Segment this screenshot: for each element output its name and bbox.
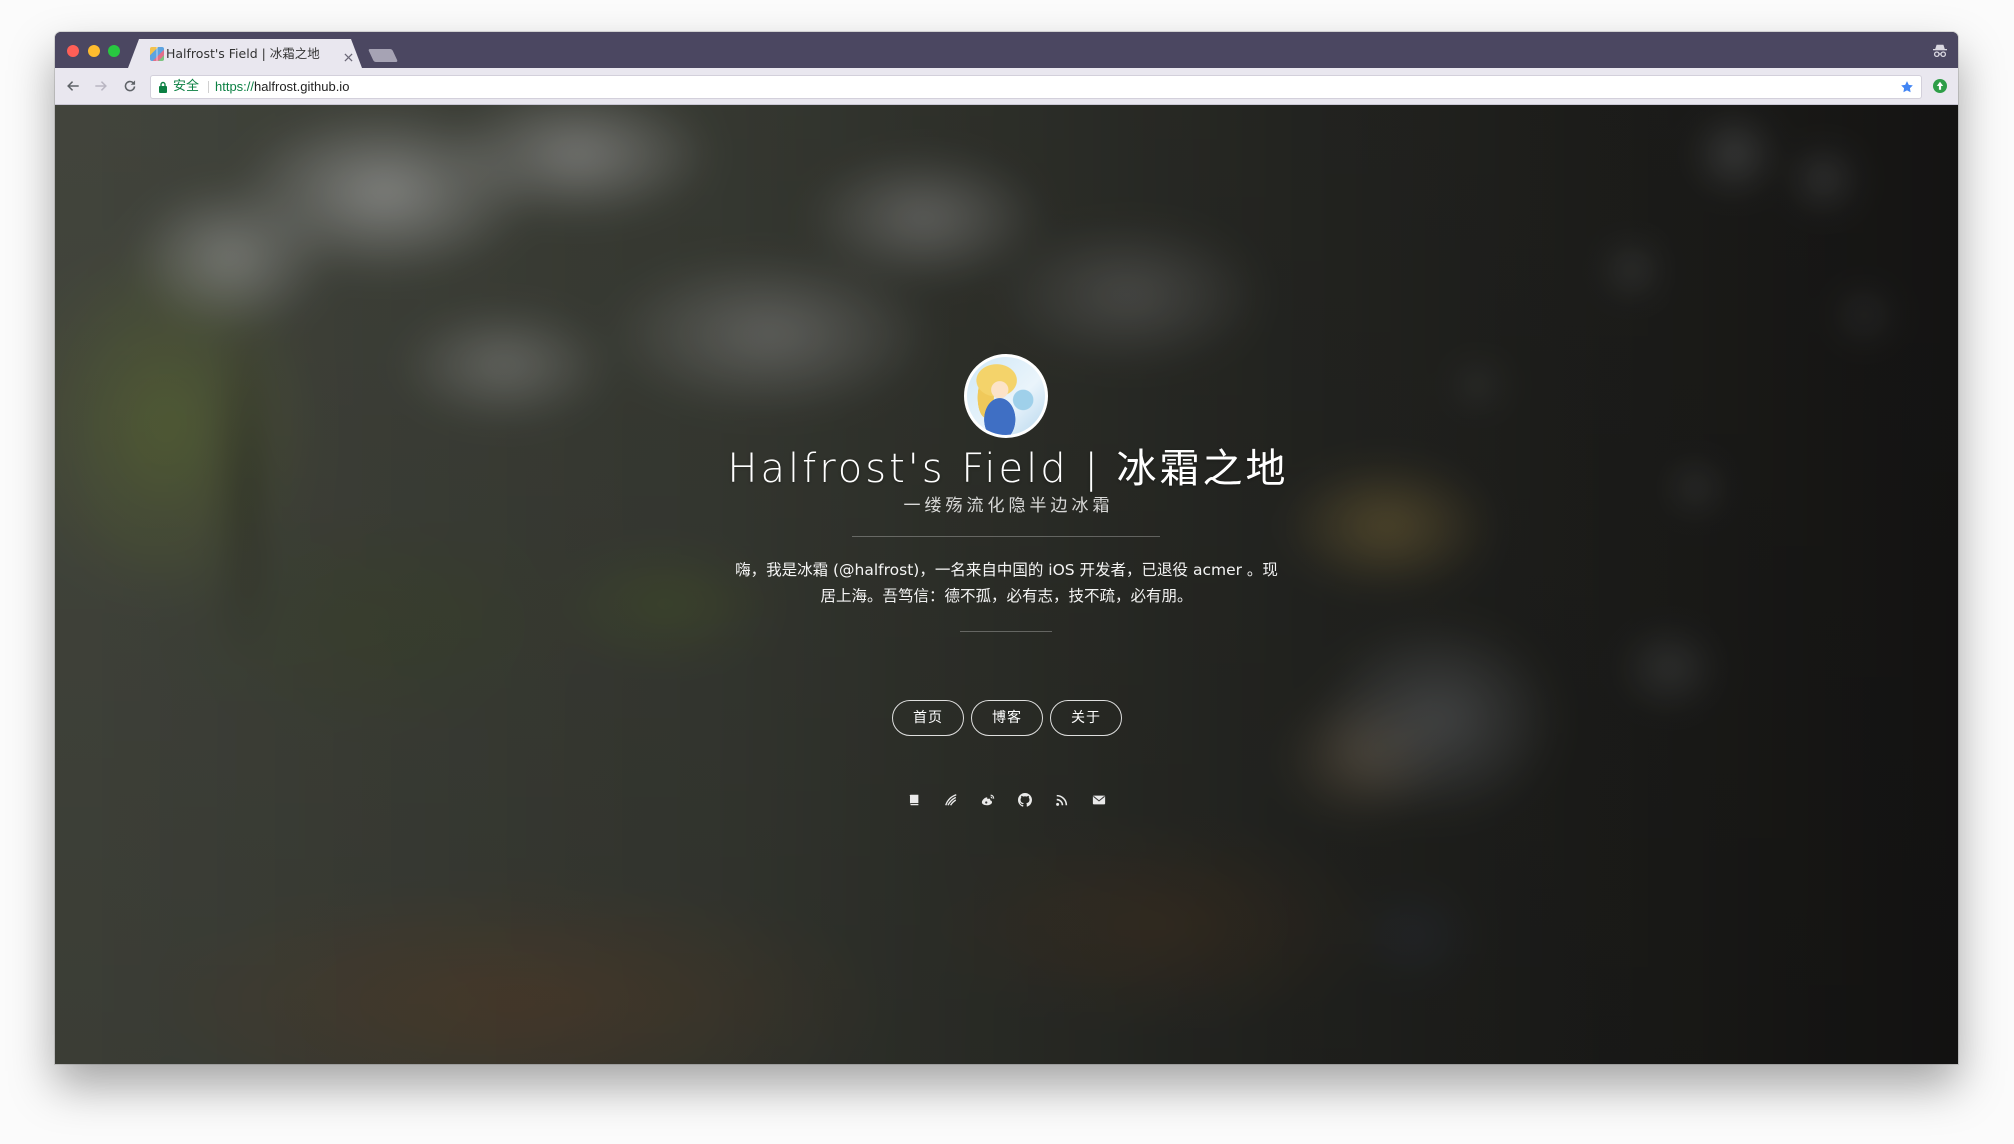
window-zoom-button[interactable] [108, 45, 120, 57]
forward-arrow-icon[interactable] [94, 79, 108, 93]
reload-icon[interactable] [123, 79, 137, 93]
avatar [964, 354, 1048, 438]
site-title: Halfrost's Field | 冰霜之地 [727, 446, 1289, 492]
star-icon[interactable] [1900, 80, 1914, 94]
rss-icon [1055, 793, 1069, 807]
main-nav: 首页 博客 关于 [55, 700, 1958, 736]
book-icon [907, 793, 921, 807]
url-host: halfrost.github.io [254, 79, 350, 94]
window-minimize-button[interactable] [88, 45, 100, 57]
browser-tab-active[interactable]: Halfrost's Field | 冰霜之地 [128, 39, 362, 68]
new-tab-icon[interactable] [367, 49, 399, 62]
nav-about-button[interactable]: 关于 [1049, 700, 1122, 736]
social-link-email[interactable] [1081, 791, 1118, 809]
url-separator [208, 81, 209, 93]
incognito-icon [1932, 43, 1948, 59]
divider [852, 536, 1160, 537]
back-arrow-icon[interactable] [66, 79, 80, 93]
intro-line: 居上海。吾笃信：德不孤，必有志，技不疏，必有朋。 [820, 587, 1193, 605]
browser-toolbar: 安全 https://halfrost.github.io [55, 68, 1958, 105]
lock-icon[interactable] [158, 81, 168, 93]
tab-title: Halfrost's Field | 冰霜之地 [166, 46, 320, 61]
nav-blog-button[interactable]: 博客 [970, 700, 1043, 736]
tab-close-icon[interactable] [344, 49, 353, 62]
url-scheme: https:// [215, 79, 255, 94]
intro-line: 嗨，我是冰霜 (@halfrost)，一名来自中国的 iOS 开发者，已退役 a… [735, 561, 1278, 579]
feather-icon [944, 793, 958, 807]
hero: Halfrost's Field | 冰霜之地 一缕殇流化隐半边冰霜 嗨，我是冰… [55, 105, 1958, 1064]
email-icon [1092, 793, 1106, 807]
divider-short [960, 631, 1052, 632]
favicon [150, 47, 164, 61]
browser-window: Halfrost's Field | 冰霜之地 安全 https://halfr… [55, 32, 1958, 1064]
extension-icon[interactable] [1932, 78, 1948, 94]
social-link-feather[interactable] [933, 791, 970, 809]
address-bar[interactable]: 安全 https://halfrost.github.io [150, 75, 1922, 99]
social-link-github[interactable] [1007, 791, 1044, 809]
page-content: Halfrost's Field | 冰霜之地 一缕殇流化隐半边冰霜 嗨，我是冰… [55, 105, 1958, 1064]
social-link-book[interactable] [896, 791, 933, 809]
weibo-icon [981, 793, 995, 807]
social-link-rss[interactable] [1044, 791, 1081, 809]
social-links [55, 791, 1958, 809]
github-icon [1018, 793, 1032, 807]
url-text[interactable]: https://halfrost.github.io [215, 76, 349, 98]
tab-strip: Halfrost's Field | 冰霜之地 [55, 32, 1958, 68]
social-link-weibo[interactable] [970, 791, 1007, 809]
security-label[interactable]: 安全 [173, 76, 199, 98]
window-close-button[interactable] [67, 45, 79, 57]
site-subtitle: 一缕殇流化隐半边冰霜 [903, 496, 1114, 516]
nav-home-button[interactable]: 首页 [891, 700, 964, 736]
